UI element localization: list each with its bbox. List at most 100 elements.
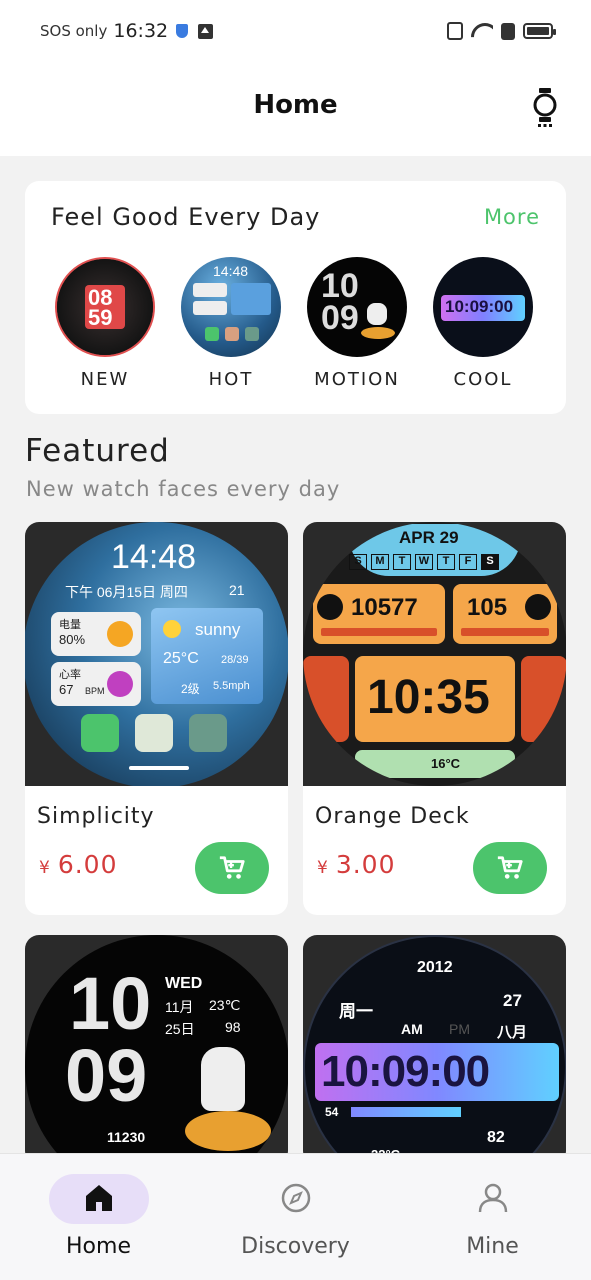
nav-label: Mine: [466, 1234, 519, 1259]
nav-label: Discovery: [241, 1234, 350, 1259]
planet-figure: [185, 1111, 271, 1151]
heart-panel: 105: [453, 584, 557, 644]
carrier-text: SOS only: [40, 22, 108, 40]
currency-symbol: ¥: [317, 858, 328, 878]
product-price: ¥6.00: [39, 850, 118, 879]
weather-temp: 25°C: [163, 650, 199, 667]
category-motion-label: MOTION: [314, 369, 400, 390]
face-date: 下午 06月15日 周四: [65, 584, 188, 600]
status-time: 16:32: [113, 20, 169, 42]
weather-range: 28/39: [221, 654, 249, 666]
price-value: 3.00: [335, 850, 396, 879]
nfc-icon: [447, 22, 463, 40]
weekday-row: S M T W T F S: [349, 554, 499, 570]
new-face-minute: 59: [88, 305, 113, 330]
time-panel: 10:35: [355, 656, 515, 742]
status-right: [447, 22, 556, 40]
battery-icon: [523, 23, 556, 39]
face-weekday: WED: [165, 975, 203, 992]
category-motion-thumbnail: 10 09: [307, 257, 407, 357]
page-title: Home: [253, 90, 338, 120]
status-left: SOS only 16:32: [40, 20, 214, 42]
product-card-astronaut[interactable]: 10 09 WED 11月 23℃ 25日 98 11230: [25, 935, 288, 1165]
product-card-neon[interactable]: 2012 周一 27 AM PM 八月 10:09:00 54 82 22°C: [303, 935, 566, 1165]
product-name: Orange Deck: [315, 804, 470, 829]
heart-value: 105: [467, 594, 508, 621]
weather-label: sunny: [195, 620, 241, 639]
weekday-label: S: [349, 554, 367, 570]
feel-good-card: Feel Good Every Day More 08 59 NEW 14:48…: [25, 181, 566, 414]
face-steps: 11230: [107, 1129, 146, 1145]
battery-value: 80%: [59, 632, 86, 647]
category-motion[interactable]: 10 09 MOTION: [297, 257, 417, 390]
product-image: 14:48 下午 06月15日 周四 21 电量 80% 心率 67 BPM s…: [25, 522, 288, 786]
steps-panel: 10577: [313, 584, 445, 644]
product-price: ¥3.00: [317, 850, 396, 879]
weekday-label: M: [371, 554, 389, 570]
price-value: 6.00: [57, 850, 118, 879]
cool-face-time: 10:09:00: [445, 297, 514, 316]
face-weekday: 周一: [339, 1002, 373, 1021]
heart-icon: [525, 594, 551, 620]
watch-face-preview: APR 29 S M T W T F S 10577 105 10:35 16°…: [303, 522, 566, 786]
wifi-icon: [471, 23, 493, 39]
nav-item-home[interactable]: Home: [0, 1154, 197, 1280]
face-day: 21: [229, 582, 245, 598]
face-heart: 82: [487, 1129, 505, 1146]
product-image: 2012 周一 27 AM PM 八月 10:09:00 54 82 22°C: [303, 935, 566, 1165]
face-temp: 23℃: [209, 997, 241, 1013]
category-hot[interactable]: 14:48 HOT: [171, 257, 291, 390]
featured-title: Featured: [25, 433, 170, 469]
category-new[interactable]: 08 59 NEW: [45, 257, 165, 390]
watch-face-preview: 10 09 WED 11月 23℃ 25日 98 11230: [25, 935, 288, 1165]
heart-label: 心率: [59, 669, 81, 681]
heart-widget: 心率 67 BPM: [51, 662, 141, 706]
face-pm: PM: [449, 1021, 470, 1037]
settings-icon: [189, 714, 227, 752]
wind-speed: 5.5mph: [213, 680, 250, 692]
face-year: 2012: [417, 959, 453, 976]
phone-icon: [81, 714, 119, 752]
heart-icon: [107, 671, 133, 697]
face-heart: 98: [225, 1019, 241, 1035]
runner-icon: [317, 594, 343, 620]
motion-face-minute: 09: [321, 299, 359, 337]
weekday-label: F: [459, 554, 477, 570]
alarm-icon: [135, 714, 173, 752]
steps-value: 10577: [351, 594, 418, 621]
face-minute: 09: [65, 1034, 148, 1117]
status-bar: SOS only 16:32: [0, 0, 591, 62]
face-date: APR 29: [399, 528, 459, 547]
face-time: 14:48: [111, 538, 197, 576]
product-card-simplicity[interactable]: 14:48 下午 06月15日 周四 21 电量 80% 心率 67 BPM s…: [25, 522, 288, 915]
face-month: 11月: [165, 999, 194, 1015]
category-new-label: NEW: [80, 369, 130, 390]
product-image: APR 29 S M T W T F S 10577 105 10:35 16°…: [303, 522, 566, 786]
add-to-cart-button[interactable]: [195, 842, 269, 894]
feel-good-title: Feel Good Every Day: [51, 203, 321, 231]
category-cool-label: COOL: [453, 369, 513, 390]
more-link[interactable]: More: [484, 205, 540, 229]
weekday-label: T: [437, 554, 455, 570]
weather-widget: sunny 25°C 28/39 2级 5.5mph: [151, 608, 263, 704]
product-card-orange-deck[interactable]: APR 29 S M T W T F S 10577 105 10:35 16°…: [303, 522, 566, 915]
sun-icon: [163, 620, 181, 638]
watch-icon[interactable]: [531, 88, 559, 128]
battery-label: 电量: [59, 619, 81, 631]
face-am: AM: [401, 1021, 423, 1037]
product-image: 10 09 WED 11月 23℃ 25日 98 11230: [25, 935, 288, 1165]
nav-item-discovery[interactable]: Discovery: [197, 1154, 394, 1280]
product-name: Simplicity: [37, 804, 155, 829]
category-cool[interactable]: 10:09:00 COOL: [423, 257, 543, 390]
header: Home: [0, 62, 591, 156]
featured-subtitle: New watch faces every day: [26, 477, 341, 501]
nav-item-mine[interactable]: Mine: [394, 1154, 591, 1280]
face-time: 10:09:00: [321, 1047, 490, 1096]
bottom-nav: Home Discovery Mine: [0, 1153, 591, 1280]
weekday-label: T: [393, 554, 411, 570]
battery-widget: 电量 80%: [51, 612, 141, 656]
face-month: 八月: [497, 1024, 528, 1041]
astronaut-figure: [201, 1047, 245, 1111]
add-to-cart-button[interactable]: [473, 842, 547, 894]
category-hot-thumbnail: 14:48: [181, 257, 281, 357]
